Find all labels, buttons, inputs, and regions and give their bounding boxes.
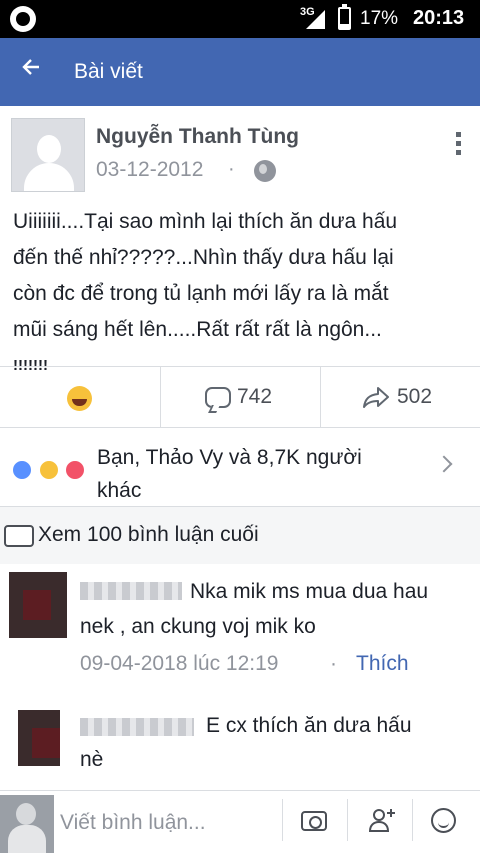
comment-text-line: E cx thích ăn dưa hấu [206, 714, 412, 737]
post-card: Nguyễn Thanh Tùng 03-12-2012 · Uiiiiiii.… [0, 106, 480, 506]
commenter-name-redacted[interactable] [80, 718, 194, 736]
author-name[interactable]: Nguyễn Thanh Tùng [96, 125, 299, 149]
comment-text-line: Nka mik ms mua dua hau [190, 580, 429, 603]
globe-icon [254, 160, 276, 182]
comment-time: 09-04-2018 lúc 12:19 [80, 652, 279, 675]
status-bar: 3G 17% 20:13 [0, 0, 480, 38]
battery-icon [338, 4, 351, 30]
comment-text-line: nè [80, 748, 104, 771]
comment-button[interactable]: 742 [161, 367, 320, 427]
share-count: 502 [397, 385, 433, 408]
view-previous-comments[interactable]: Xem 100 bình luận cuối [0, 506, 480, 564]
emoji-icon[interactable] [431, 808, 456, 833]
view-previous-label: Xem 100 bình luận cuối [38, 523, 259, 546]
love-reaction-icon [64, 459, 86, 481]
commenter-name-redacted[interactable] [80, 582, 182, 600]
signal-icon [306, 10, 325, 29]
comment-count: 742 [237, 385, 273, 408]
user-avatar [0, 795, 54, 853]
comment-composer: Viết bình luận... [0, 790, 480, 854]
comment-input[interactable]: Viết bình luận... [60, 811, 206, 835]
post-date[interactable]: 03-12-2012 [96, 158, 203, 182]
share-icon [363, 387, 389, 408]
like-reaction-icon [11, 459, 33, 481]
share-button[interactable]: 502 [321, 367, 480, 427]
haha-reaction-icon [38, 459, 60, 481]
like-comment-button[interactable]: Thích [356, 652, 409, 676]
date-separator: · [228, 158, 235, 180]
comment-icon [205, 387, 231, 408]
haha-reaction-icon [67, 386, 92, 411]
camera-icon[interactable] [301, 811, 327, 831]
author-avatar[interactable] [11, 118, 85, 192]
react-button[interactable] [0, 367, 160, 427]
comments-list: Nka mik ms mua dua hau nek , an ckung vo… [0, 564, 480, 790]
commenter-avatar[interactable] [18, 710, 60, 766]
reactions-summary[interactable]: Bạn, Thảo Vy và 8,7K người khác [0, 428, 480, 506]
comment-text-line: nek , an ckung voj mik ko [80, 615, 316, 638]
add-friend-icon[interactable] [368, 807, 396, 833]
post-actions: 742 502 [0, 366, 480, 428]
page-title: Bài viết [74, 60, 143, 83]
commenter-avatar[interactable] [9, 572, 67, 638]
more-vertical-icon[interactable] [452, 132, 464, 158]
aperture-icon [10, 6, 36, 32]
comment-bubble-icon [4, 525, 34, 547]
reactions-text: Bạn, Thảo Vy và 8,7K người khác [97, 446, 362, 502]
chevron-right-icon [435, 455, 453, 473]
battery-percent: 17% [360, 8, 399, 29]
meta-separator: · [330, 652, 337, 675]
clock: 20:13 [413, 7, 465, 29]
app-header: Bài viết [0, 38, 480, 106]
post-text: Uiiiiiii....Tại sao mình lại thích ăn dư… [13, 210, 398, 374]
back-arrow-icon[interactable] [20, 56, 50, 86]
